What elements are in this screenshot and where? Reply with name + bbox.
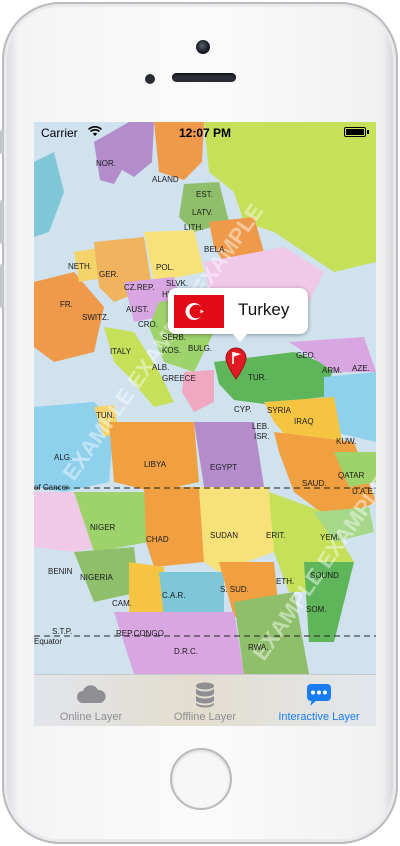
map-country-label: SOUND (310, 571, 339, 580)
map-country-label: BULG. (188, 344, 212, 353)
battery-icon (344, 127, 369, 137)
map-country-label: LITH. (184, 223, 204, 232)
map-country-label: KUW. (336, 437, 356, 446)
map-country-label: Equator (34, 637, 62, 646)
map-country-label: NOR. (96, 159, 116, 168)
map-country-label: CHAD (146, 535, 169, 544)
map-country-label: QATAR (338, 471, 365, 480)
map-country-label: SERB. (162, 333, 186, 342)
map-country-label: GER. (99, 270, 119, 279)
proximity-sensor (145, 74, 155, 84)
map-country-label: SOM. (306, 605, 326, 614)
cloud-icon (77, 685, 106, 703)
map-view[interactable]: EXAMPLE EXAMPLE EXAMPLE EXAMPLE EXAMPLE … (34, 122, 376, 674)
map-country-label: TUR. (248, 373, 267, 382)
map-country-label: REP.CONGO (116, 629, 164, 638)
map-country-label: FR. (60, 300, 73, 309)
map-country-label: CYP. (234, 405, 252, 414)
map-country-label: ALB. (152, 363, 169, 372)
status-time: 12:07 PM (178, 126, 232, 140)
map-country-label: CZ.REP. (124, 283, 155, 292)
map-country-label: ALAND (152, 175, 179, 184)
tab-label: Interactive Layer (278, 711, 360, 723)
tab-offline-layer[interactable]: Offline Layer (148, 675, 262, 726)
map-country-label: POL. (156, 263, 174, 272)
tab-online-layer[interactable]: Online Layer (34, 675, 148, 726)
map-country-label: NIGERIA (80, 573, 114, 582)
map-country-label: LEB. (252, 422, 269, 431)
callout-title: Turkey (238, 300, 290, 319)
map-country-label: U.A.E. (352, 487, 375, 496)
chat-bubble-icon (307, 684, 331, 706)
congo-region (114, 612, 244, 674)
map-country-label: BENIN (48, 567, 73, 576)
home-button[interactable] (170, 748, 232, 810)
map-country-label: NIGER (90, 523, 116, 532)
map-country-label: CRO. (138, 320, 158, 329)
map-country-label: SAUD. (302, 479, 326, 488)
tab-label: Online Layer (59, 711, 123, 723)
map-country-label: AUST. (126, 305, 149, 314)
volume-up-button (0, 200, 4, 244)
earpiece-speaker (172, 73, 236, 82)
map-country-label: SLVK. (166, 279, 188, 288)
map-country-label: EGYPT (210, 463, 237, 472)
map-country-label: SUDAN (210, 531, 238, 540)
status-bar: Carrier 12:07 PM (34, 122, 376, 142)
tab-interactive-layer[interactable]: Interactive Layer (262, 675, 376, 726)
map-country-label: CAM. (112, 599, 132, 608)
map-country-label: ISR. (254, 432, 270, 441)
map-country-label: TUN. (96, 411, 115, 420)
front-camera (196, 40, 210, 54)
map-country-label: LATV. (192, 208, 213, 217)
map-country-label: ERIT. (266, 531, 286, 540)
map-country-label: of Cancer (34, 483, 69, 492)
map-country-label: NETH. (68, 262, 92, 271)
map-country-label: S. SUD. (220, 585, 249, 594)
map-country-label: ITALY (110, 347, 132, 356)
map-pin-icon[interactable] (224, 346, 248, 380)
volume-down-button (0, 264, 4, 308)
tab-bar: Online Layer Offline Layer Interactive L… (34, 674, 376, 726)
map-country-label: D.R.C. (174, 647, 198, 656)
map-country-label: BELA. (204, 245, 227, 254)
device-screen: EXAMPLE EXAMPLE EXAMPLE EXAMPLE EXAMPLE … (34, 122, 376, 726)
database-icon (196, 682, 214, 708)
iphone-frame: EXAMPLE EXAMPLE EXAMPLE EXAMPLE EXAMPLE … (0, 2, 398, 844)
map-country-label: S.T.P. (52, 627, 72, 636)
map-country-label: SWITZ. (82, 313, 109, 322)
libya-region (109, 422, 199, 492)
map-country-label: ALG. (54, 453, 72, 462)
map-country-label: RWA. (248, 643, 268, 652)
map-country-label: C.A.R. (162, 591, 186, 600)
map-country-label: ETH. (276, 577, 294, 586)
map-country-label: AZE. (352, 364, 370, 373)
tab-label: Offline Layer (173, 711, 237, 723)
map-country-label: IRAQ (294, 417, 314, 426)
map-country-label: GREECE (162, 374, 196, 383)
map-country-label: GEO. (296, 351, 316, 360)
map-country-label: EST. (196, 190, 213, 199)
mute-switch (0, 130, 4, 154)
chad-region (144, 487, 204, 567)
annotation-callout[interactable]: Turkey (168, 288, 308, 342)
map-country-label: LIBYA (144, 460, 167, 469)
map-country-label: SYRIA (267, 406, 292, 415)
turkey-flag-icon (174, 295, 224, 328)
map-country-label: KOS. (162, 346, 181, 355)
map-country-label: ARM. (322, 366, 342, 375)
map-country-label: YEM. (320, 533, 340, 542)
